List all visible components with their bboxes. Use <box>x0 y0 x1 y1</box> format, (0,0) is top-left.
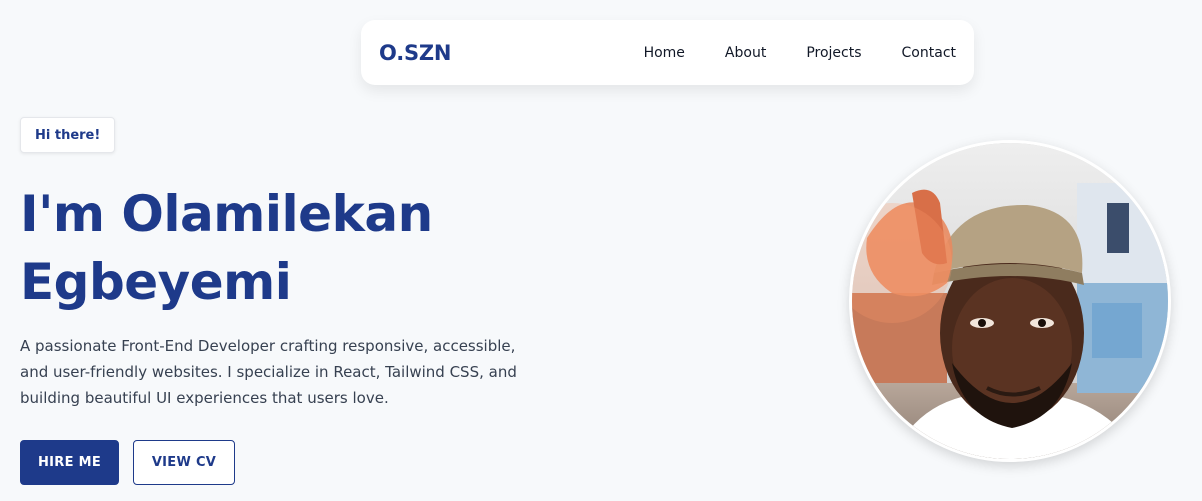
brand-logo[interactable]: O.SZN <box>379 41 451 65</box>
navbar: O.SZN Home About Projects Contact <box>361 20 974 85</box>
greeting-badge: Hi there! <box>20 117 116 153</box>
hero-title-line-2: Egbeyemi <box>20 253 292 311</box>
nav-links: Home About Projects Contact <box>644 45 956 61</box>
hero-title: I'm Olamilekan Egbeyemi <box>20 180 540 316</box>
nav-link-about[interactable]: About <box>725 45 766 61</box>
profile-photo <box>849 140 1171 462</box>
hire-me-button[interactable]: HIRE ME <box>20 440 119 485</box>
nav-link-home[interactable]: Home <box>644 45 685 61</box>
hero-title-line-1: I'm Olamilekan <box>20 185 433 243</box>
nav-link-projects[interactable]: Projects <box>806 45 861 61</box>
view-cv-button[interactable]: VIEW CV <box>133 440 235 485</box>
hero-description: A passionate Front-End Developer craftin… <box>20 337 517 407</box>
nav-link-contact[interactable]: Contact <box>902 45 956 61</box>
